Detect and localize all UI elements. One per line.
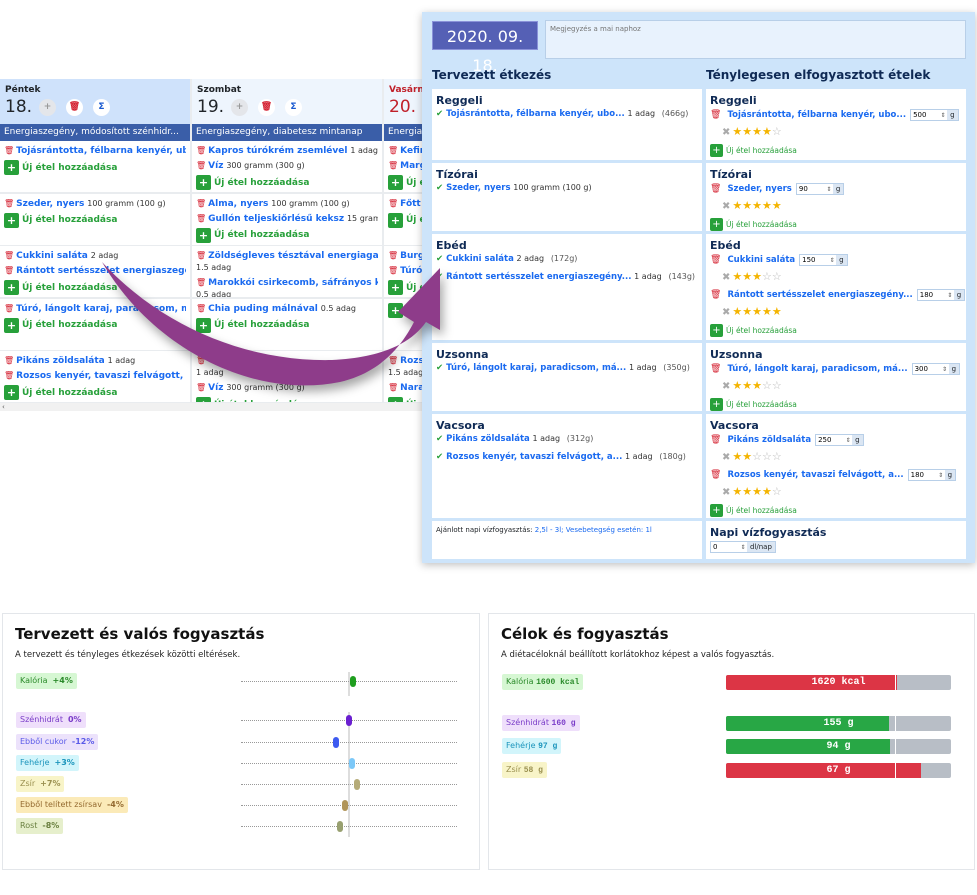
arrow-graphic [102,262,440,386]
curved-arrow [102,262,440,386]
